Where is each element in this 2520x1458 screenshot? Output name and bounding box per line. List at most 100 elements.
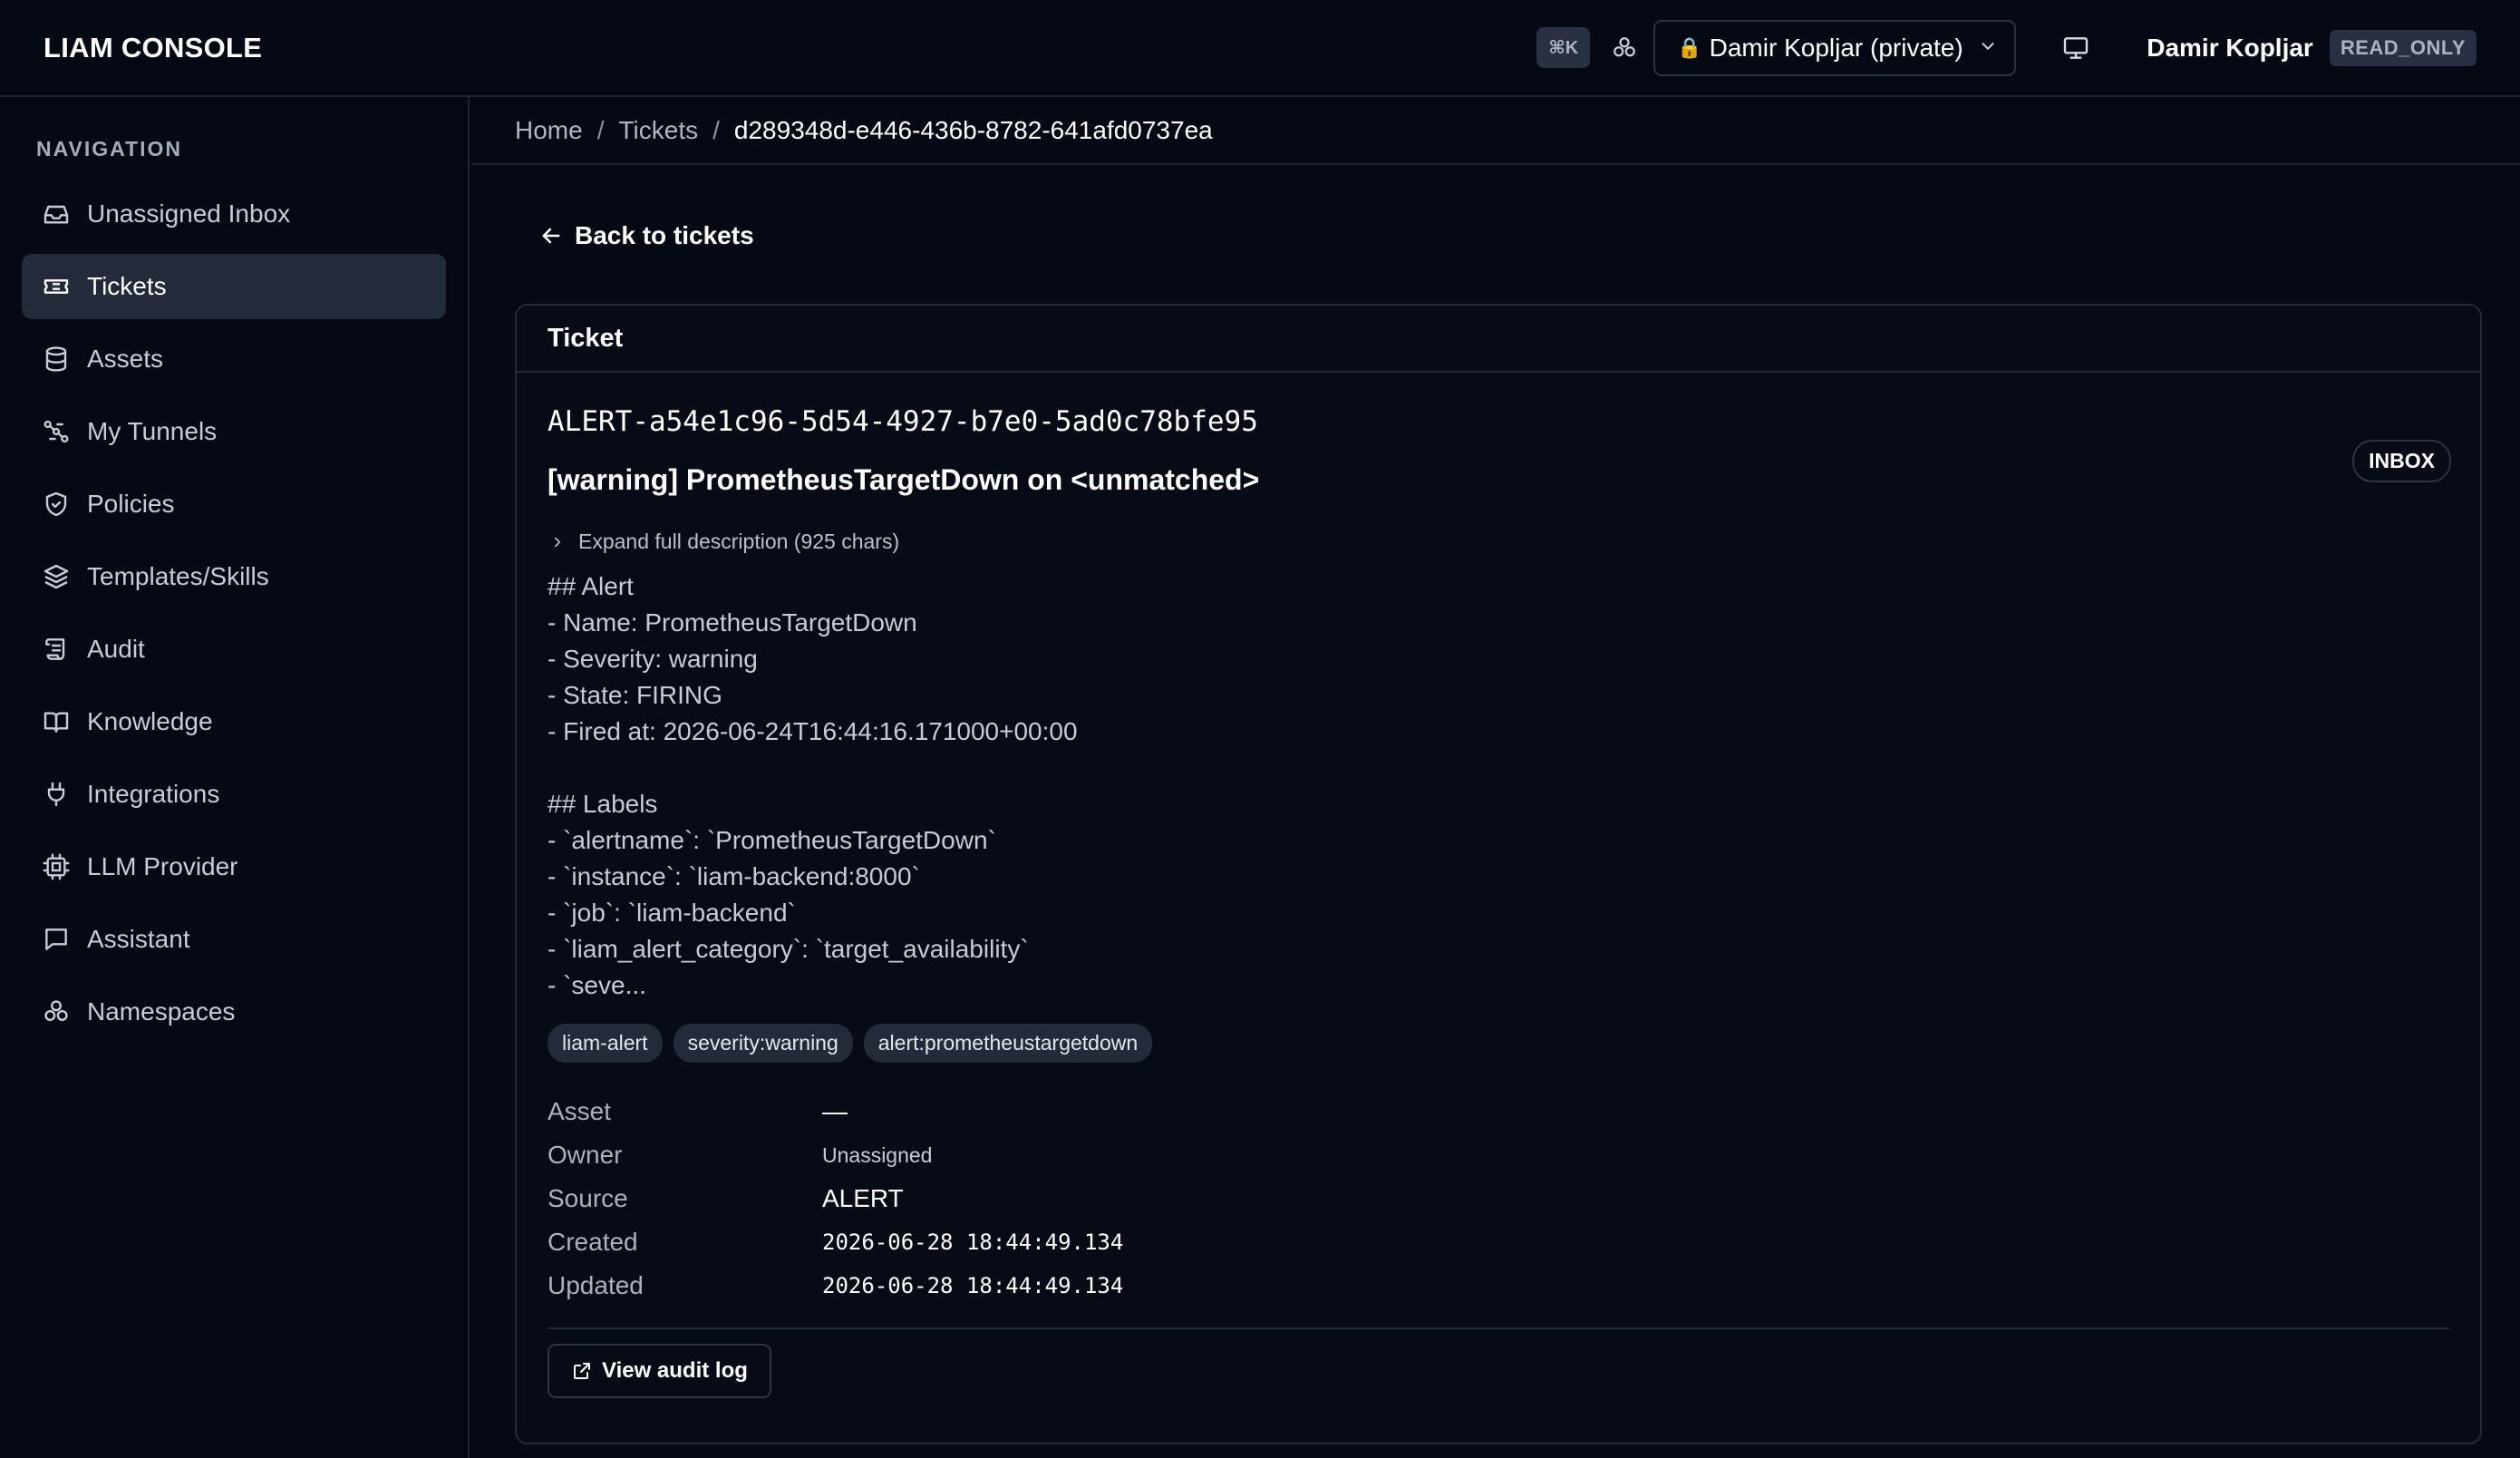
ticket-icon (44, 279, 69, 294)
layers-icon (44, 564, 69, 589)
inbox-icon (44, 205, 69, 224)
description-line: - Name: PrometheusTargetDown (548, 608, 917, 637)
namespace-select[interactable]: 🔒 Damir Kopljar (private) (1653, 19, 2017, 76)
tag-chip: severity:warning (673, 1024, 853, 1063)
book-icon (44, 712, 69, 733)
ticket-card: Ticket ALERT-a54e1c96-5d54-4927-b7e0-5ad… (515, 304, 2482, 1444)
sidebar-item-label: Templates/Skills (87, 562, 269, 590)
ticket-metadata: Asset — Owner Unassigned Source ALERT Cr… (548, 1090, 2449, 1307)
ticket-id: ALERT-a54e1c96-5d54-4927-b7e0-5ad0c78bfe… (548, 405, 1258, 438)
sidebar-item-namespaces[interactable]: Namespaces (22, 979, 446, 1045)
meta-value-asset: — (822, 1097, 848, 1125)
sidebar-item-label: Assistant (87, 925, 190, 953)
ticket-card-body: ALERT-a54e1c96-5d54-4927-b7e0-5ad0c78bfe… (517, 405, 2480, 1398)
description-line: - `alertname`: `PrometheusTargetDown` (548, 826, 996, 854)
back-to-tickets-label: Back to tickets (575, 221, 754, 249)
meta-value-updated: 2026-06-28 18:44:49.134 (822, 1273, 1124, 1298)
description-line: - State: FIRING (548, 681, 722, 709)
arrow-left-icon (542, 228, 560, 244)
sidebar-item-my-tunnels[interactable]: My Tunnels (22, 399, 446, 464)
breadcrumb-separator: / (712, 115, 720, 144)
user-name[interactable]: Damir Kopljar (2147, 34, 2313, 63)
breadcrumb-home[interactable]: Home (515, 116, 583, 145)
lock-icon: 🔒 (1677, 35, 1702, 59)
divider (548, 1327, 2449, 1329)
sidebar-item-audit[interactable]: Audit (22, 617, 446, 682)
card-title: Ticket (517, 306, 2480, 373)
description-line: - Fired at: 2026-06-24T16:44:16.171000+0… (548, 717, 1078, 745)
sidebar-item-policies[interactable]: Policies (22, 471, 446, 537)
description-line: ## Labels (548, 790, 658, 818)
back-to-tickets-link[interactable]: Back to tickets (538, 221, 754, 250)
namespaces-icon[interactable] (1604, 28, 1644, 68)
sidebar-item-label: Policies (87, 490, 175, 518)
sidebar-item-knowledge[interactable]: Knowledge (22, 689, 446, 754)
meta-row-source: Source ALERT (548, 1177, 2449, 1220)
breadcrumb-separator: / (596, 115, 605, 144)
sidebar-item-label: Tickets (87, 272, 167, 300)
meta-value-created: 2026-06-28 18:44:49.134 (822, 1230, 1124, 1255)
description-line (548, 750, 2449, 786)
description-line: - Severity: warning (548, 645, 758, 673)
expand-description-toggle[interactable]: Expand full description (925 chars) (548, 530, 2449, 554)
status-badge: INBOX (2352, 440, 2451, 482)
sidebar-item-label: Namespaces (87, 997, 236, 1025)
external-link-icon (574, 1363, 590, 1379)
sidebar-item-tickets[interactable]: Tickets (22, 254, 446, 319)
sidebar-item-label: Integrations (87, 780, 220, 808)
view-audit-log-button[interactable]: View audit log (548, 1344, 771, 1398)
chat-icon (45, 928, 67, 950)
brand-logo[interactable]: LIAM CONSOLE (44, 32, 262, 64)
description-line: - `liam_alert_category`: `target_availab… (548, 935, 1029, 963)
sidebar-item-assets[interactable]: Assets (22, 326, 446, 392)
sidebar-item-label: My Tunnels (87, 417, 218, 445)
tag-chip: alert:prometheustargetdown (863, 1024, 1153, 1063)
meta-key: Owner (548, 1141, 623, 1169)
meta-key: Created (548, 1228, 638, 1256)
description-line: - `job`: `liam-backend` (548, 899, 796, 927)
meta-value-source: ALERT (822, 1184, 904, 1212)
database-icon (45, 346, 67, 372)
sidebar-item-templates-skills[interactable]: Templates/Skills (22, 544, 446, 609)
ticket-title: [warning] PrometheusTargetDown on <unmat… (548, 463, 1260, 496)
plug-icon (47, 782, 65, 807)
role-badge: READ_ONLY (2329, 29, 2476, 66)
command-palette-shortcut[interactable]: ⌘K (1536, 27, 1591, 68)
view-audit-log-label: View audit log (602, 1358, 748, 1383)
ticket-description: ## Alert - Name: PrometheusTargetDown - … (548, 569, 2449, 1004)
sidebar-item-label: Knowledge (87, 707, 213, 735)
meta-row-asset: Asset — (548, 1090, 2449, 1133)
sidebar-item-llm-provider[interactable]: LLM Provider (22, 834, 446, 899)
breadcrumb-current: d289348d-e446-436b-8782-641afd0737ea (733, 115, 1213, 144)
shield-icon (45, 491, 67, 517)
monitor-icon[interactable] (2050, 23, 2101, 73)
cpu-icon (43, 853, 70, 880)
chevron-right-icon (554, 537, 561, 547)
expand-description-label: Expand full description (925 chars) (578, 530, 900, 553)
top-bar: LIAM CONSOLE ⌘K 🔒 Damir Kopljar (private… (0, 0, 2520, 97)
breadcrumb: Home / Tickets / d289348d-e446-436b-8782… (471, 97, 2520, 165)
sidebar-item-label: Assets (87, 345, 164, 373)
sidebar-item-unassigned-inbox[interactable]: Unassigned Inbox (22, 181, 446, 247)
namespaces-icon (44, 1000, 68, 1021)
sidebar-item-label: Unassigned Inbox (87, 199, 291, 228)
meta-row-updated: Updated 2026-06-28 18:44:49.134 (548, 1264, 2449, 1307)
sidebar-item-assistant[interactable]: Assistant (22, 907, 446, 972)
nav-heading: NAVIGATION (36, 137, 182, 160)
sidebar: NAVIGATION Unassigned Inbox Tickets Asse… (0, 97, 470, 1458)
namespace-select-label: Damir Kopljar (private) (1709, 33, 1963, 62)
meta-row-owner: Owner Unassigned (548, 1133, 2449, 1177)
scroll-icon (45, 638, 65, 660)
meta-row-created: Created 2026-06-28 18:44:49.134 (548, 1220, 2449, 1264)
sidebar-item-label: Audit (87, 635, 145, 663)
description-line: ## Alert (548, 572, 634, 600)
description-line: - `seve... (548, 971, 646, 999)
tunnel-icon (44, 420, 69, 443)
chevron-down-icon (1978, 34, 1998, 63)
meta-key: Updated (548, 1271, 644, 1299)
meta-key: Source (548, 1184, 628, 1212)
header-controls: ⌘K 🔒 Damir Kopljar (private) Damir Koplj… (1536, 0, 2476, 95)
breadcrumb-tickets[interactable]: Tickets (618, 116, 698, 145)
sidebar-item-integrations[interactable]: Integrations (22, 762, 446, 827)
meta-key: Asset (548, 1097, 612, 1125)
